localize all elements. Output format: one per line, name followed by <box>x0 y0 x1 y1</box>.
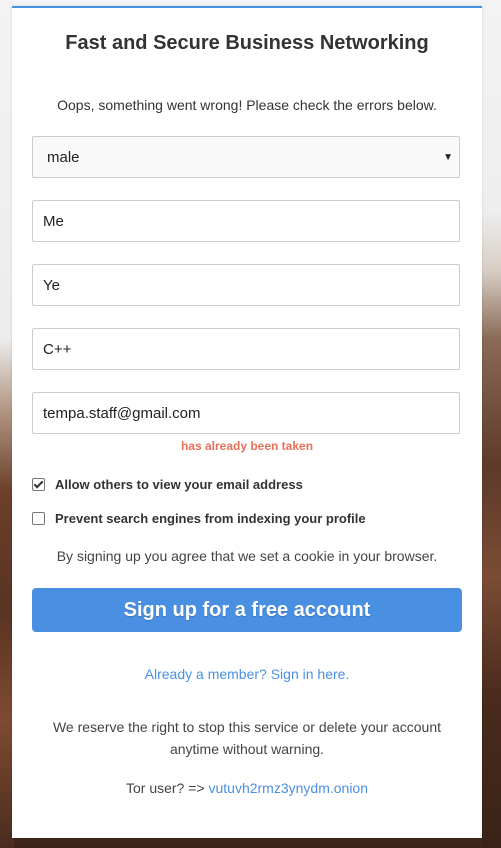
skill-field[interactable]: C++ <box>32 328 460 370</box>
email-error: has already been taken <box>180 439 314 453</box>
error-summary: Oops, something went wrong! Please check… <box>57 97 437 113</box>
last-name-field[interactable]: Ye <box>32 264 460 306</box>
show-email-label: Allow others to view your email address <box>55 476 303 492</box>
tor-prefix: Tor user? => <box>125 780 205 796</box>
tor-onion-link[interactable]: vutuvh2rmz3ynydm.onion <box>208 780 368 796</box>
show-email-checkbox[interactable] <box>32 477 45 491</box>
signup-button[interactable]: Sign up for a free account <box>32 588 462 632</box>
background-right <box>482 0 501 848</box>
first-name-field[interactable]: Me <box>32 200 460 242</box>
noindex-checkbox[interactable] <box>32 511 45 525</box>
tor-row: Tor user? => vutuvh2rmz3ynydm.onion <box>12 780 482 796</box>
show-email-option[interactable]: Allow others to view your email address <box>32 474 472 494</box>
noindex-label: Prevent search engines from indexing you… <box>55 510 366 526</box>
email-field[interactable]: tempa.staff@gmail.com <box>32 392 460 434</box>
signup-card: Fast and Secure Business Networking Oops… <box>12 6 482 838</box>
disclaimer: We reserve the right to stop this servic… <box>52 719 442 757</box>
gender-select-value: male <box>47 149 80 166</box>
signin-link[interactable]: Already a member? Sign in here. <box>12 666 482 682</box>
dropdown-arrow-icon: ▼ <box>443 152 453 163</box>
cookie-note: By signing up you agree that we set a co… <box>56 548 438 564</box>
gender-select[interactable]: male ▼ <box>32 136 460 178</box>
page-title: Fast and Secure Business Networking <box>65 32 429 54</box>
noindex-option[interactable]: Prevent search engines from indexing you… <box>32 508 472 528</box>
